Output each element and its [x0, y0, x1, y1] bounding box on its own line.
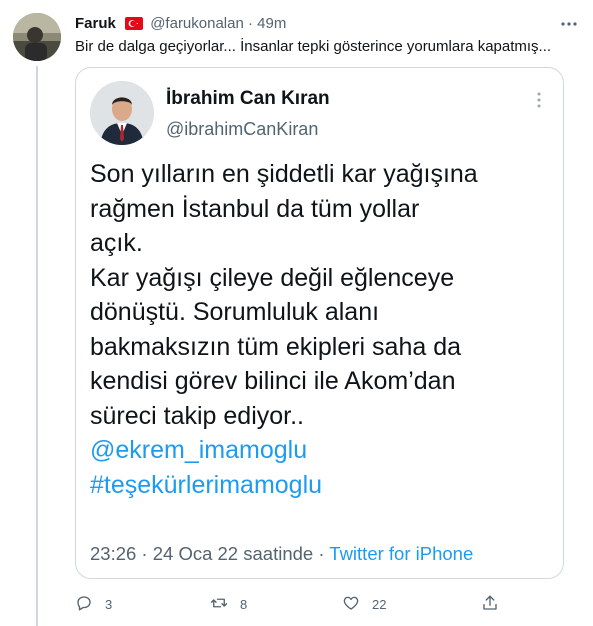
like-count: 22	[372, 596, 387, 612]
quoted-text-line: bakmaksızın tüm ekipleri saha da	[90, 332, 462, 361]
quoted-text-line: Kar yağışı çileye değil eğlenceye	[90, 263, 455, 292]
time-ago[interactable]: 49m	[257, 15, 286, 32]
author-handle[interactable]: @farukonalan	[150, 15, 244, 32]
quoted-text-line: dönüştü. Sorumluluk alanı	[90, 298, 380, 326]
quoted-author-name[interactable]: İbrahim Can Kıran	[166, 88, 330, 110]
turkey-flag-icon	[125, 16, 144, 30]
quoted-tweet-text: Son yılların en şiddetli kar yağışına ra…	[90, 157, 560, 502]
tweet[interactable]: Faruk @farukonalan · 49m Bir de dalga ge…	[0, 0, 593, 626]
mention-link[interactable]: @ekrem_imamoglu	[90, 433, 560, 468]
avatar[interactable]	[13, 13, 61, 61]
quoted-text-line: açık.	[90, 229, 143, 257]
reply-button[interactable]: 3	[75, 592, 112, 616]
quoted-footer: 23:26 · 24 Oca 22 saatinde · Twitter for…	[90, 543, 473, 565]
tweet-header: Faruk @farukonalan · 49m	[75, 14, 286, 34]
heart-icon	[342, 594, 360, 615]
quoted-author-handle[interactable]: @ibrahimCanKiran	[166, 119, 318, 140]
author-name[interactable]: Faruk	[75, 15, 116, 32]
separator: ·	[248, 15, 253, 32]
quoted-text-line: rağmen İstanbul da tüm yollar	[90, 194, 420, 223]
quoted-text-line: süreci takip ediyor..	[90, 401, 304, 430]
reply-icon	[75, 594, 93, 615]
retweet-button[interactable]: 8	[210, 592, 247, 616]
quoted-tweet[interactable]: İbrahim Can Kıran @ibrahimCanKiran Son y…	[75, 67, 564, 579]
reply-count: 3	[105, 596, 113, 612]
quoted-timestamp: 23:26 · 24 Oca 22 saatinde ·	[90, 543, 325, 564]
quoted-source[interactable]: Twitter for iPhone	[329, 543, 473, 564]
quoted-text-line: kendisi görev bilinci ile Akom’dan	[90, 367, 456, 395]
share-button[interactable]	[481, 592, 499, 616]
more-options-icon[interactable]	[559, 14, 579, 34]
quoted-more-icon	[529, 90, 549, 110]
like-button[interactable]: 22	[342, 592, 386, 616]
share-icon	[481, 594, 499, 615]
quoted-avatar[interactable]	[90, 81, 154, 145]
retweet-count: 8	[240, 596, 248, 612]
tweet-text: Bir de dalga geçiyorlar... İnsanlar tepk…	[75, 38, 552, 55]
quoted-text-line: Son yılların en şiddetli kar yağışına	[90, 160, 478, 188]
hashtag-link[interactable]: #teşekürlerimamoglu	[90, 468, 560, 503]
thread-line	[36, 66, 38, 626]
action-bar: 3 8 22	[75, 592, 515, 616]
retweet-icon	[210, 594, 228, 615]
